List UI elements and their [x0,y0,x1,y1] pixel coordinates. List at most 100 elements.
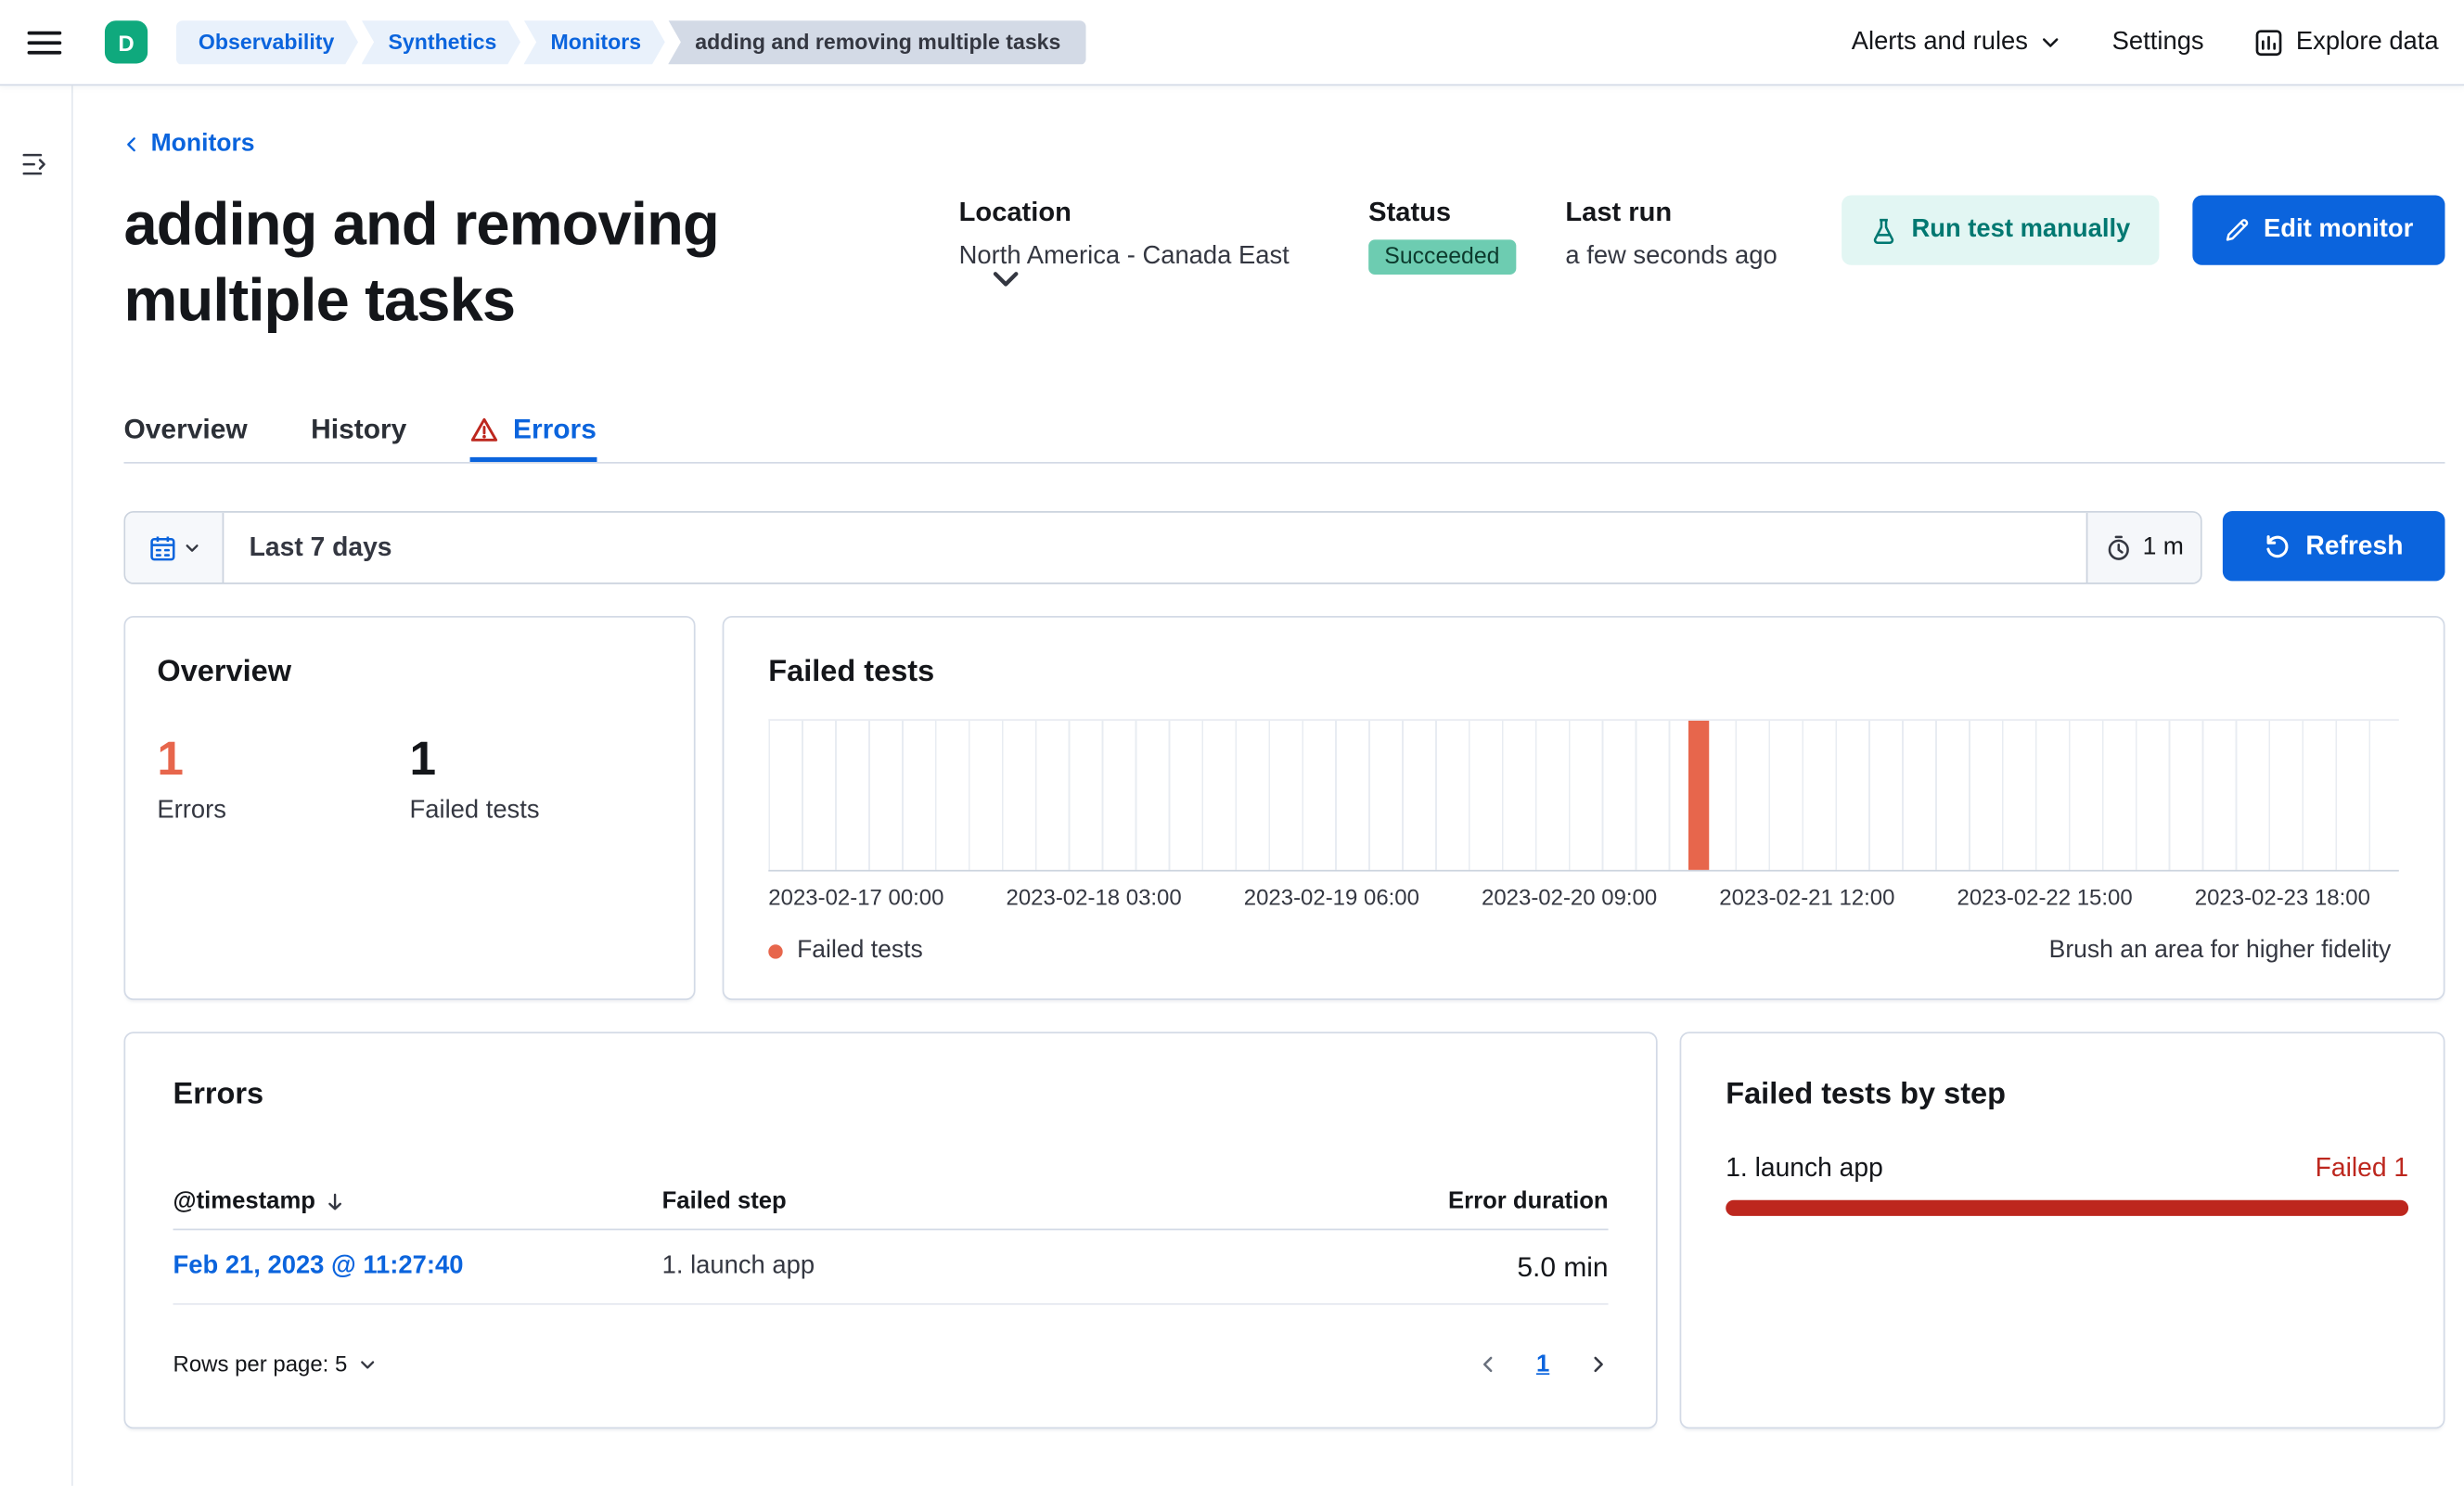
caret-down-icon [184,540,199,556]
pencil-icon [2224,217,2249,242]
quick-select-button[interactable] [125,512,225,583]
next-page-button[interactable] [1587,1353,1608,1374]
explore-data-icon [2254,28,2283,57]
step-progress-bar [1726,1199,2409,1216]
error-timestamp-link[interactable]: Feb 21, 2023 @ 11:27:40 [173,1252,464,1281]
failed-tests-count: 1 [409,733,437,787]
warning-triangle-icon [470,416,499,444]
failed-tests-bar [1688,720,1710,870]
page-number-1[interactable]: 1 [1536,1350,1549,1377]
x-tick: 2023-02-23 18:00 [2194,884,2370,910]
space-avatar[interactable]: D [104,20,148,64]
tab-history[interactable]: History [311,397,406,462]
breadcrumb-current-page: adding and removing multiple tasks [668,19,1086,65]
legend-label: Failed tests [797,936,923,964]
last-run-label: Last run [1565,197,1673,227]
overview-card-title: Overview [157,655,292,689]
errors-stat: 1 Errors [157,733,409,826]
errors-count-label: Errors [157,797,226,825]
location-meta: Location North America - Canada East [959,197,1290,271]
tab-errors[interactable]: Errors [470,397,597,462]
legend-item-failed-tests[interactable]: Failed tests [768,936,923,966]
alerts-and-rules-label: Alerts and rules [1851,27,2028,56]
time-range-value[interactable]: Last 7 days [224,513,2085,583]
step-row: 1. launch app Failed 1 [1726,1154,2408,1185]
errors-table-footer: Rows per page: 5 1 [173,1328,1609,1398]
rows-per-page-button[interactable]: Rows per page: 5 [173,1351,377,1377]
edit-monitor-label: Edit monitor [2263,215,2414,243]
run-test-label: Run test manually [1911,215,2131,243]
table-row: Feb 21, 2023 @ 11:27:40 1. launch app 5.… [173,1230,1609,1305]
failed-tests-count-label: Failed tests [409,797,540,825]
calendar-icon [148,534,175,561]
menu-button[interactable] [0,0,89,85]
legend-dot-icon [768,943,783,958]
main-content: Monitors adding and removing multiple ta… [123,85,2445,1486]
overview-stats: 1 Errors 1 Failed tests [157,733,662,826]
tab-errors-label: Errors [512,412,597,445]
rows-per-page-label: Rows per page: 5 [173,1351,348,1377]
last-run-value: a few seconds ago [1565,242,1777,270]
tab-history-label: History [311,412,407,445]
breadcrumb-monitors[interactable]: Monitors [523,19,664,64]
chevron-down-icon [358,1355,376,1373]
last-run-meta: Last run a few seconds ago [1565,197,1777,271]
run-test-manually-button[interactable]: Run test manually [1842,195,2160,265]
page-title: adding and removing multiple tasks [123,192,719,336]
x-tick: 2023-02-17 00:00 [768,884,944,910]
refresh-interval-button[interactable]: 1 m [2085,512,2201,583]
failed-tests-stat: 1 Failed tests [409,733,662,826]
refresh-button[interactable]: Refresh [2222,511,2445,582]
previous-page-button[interactable] [1478,1353,1498,1374]
chart-x-axis: 2023-02-17 00:00 2023-02-18 03:00 2023-0… [768,884,2370,909]
x-tick: 2023-02-22 15:00 [1957,884,2133,910]
status-badge: Succeeded [1368,239,1516,275]
breadcrumb-synthetics[interactable]: Synthetics [361,19,520,64]
tab-overview-label: Overview [123,412,248,445]
explore-data-label: Explore data [2295,27,2439,56]
app-root: D Observability Synthetics Monitors addi… [0,0,2464,1486]
location-label: Location [958,197,1072,227]
x-tick: 2023-02-19 06:00 [1243,884,1419,910]
timestamp-header-label: @timestamp [173,1187,315,1215]
expand-sidebar-button[interactable] [19,147,51,179]
settings-label: Settings [2111,27,2204,56]
refresh-interval-value: 1 m [2142,533,2184,561]
top-bar-actions: Alerts and rules Settings Explore data [1852,28,2439,57]
step-failed-count: Failed 1 [2315,1154,2409,1183]
back-to-monitors-link[interactable]: Monitors [123,130,255,159]
chart-footer: Failed tests Brush an area for higher fi… [768,937,2391,966]
column-failed-step: Failed step [661,1187,787,1215]
timer-icon [2105,534,2132,561]
settings-link[interactable]: Settings [2112,28,2204,57]
errors-card-title: Errors [173,1077,264,1111]
x-tick: 2023-02-18 03:00 [1006,884,1182,910]
explore-data-link[interactable]: Explore data [2254,27,2439,57]
monitor-tabs: Overview History Errors [123,397,2445,464]
alerts-and-rules-menu[interactable]: Alerts and rules [1852,28,2061,57]
failed-tests-card-title: Failed tests [768,655,935,689]
top-bar: D Observability Synthetics Monitors addi… [0,0,2464,86]
step-label: 1. launch app [1726,1154,1883,1183]
error-duration-cell: 5.0 min [1517,1249,1609,1282]
breadcrumb: Observability Synthetics Monitors adding… [176,19,1086,65]
collapsed-sidebar [0,85,73,1486]
errors-table-card: Errors @timestamp Failed step Error dura… [123,1031,1658,1429]
date-range-picker: Last 7 days 1 m [123,511,2202,584]
errors-count: 1 [157,733,184,787]
failed-tests-card: Failed tests 2023-02-17 00:00 2023-02-18… [722,615,2445,1001]
edit-monitor-button[interactable]: Edit monitor [2191,195,2445,265]
tab-overview[interactable]: Overview [123,397,247,462]
beaker-icon [1870,217,1897,244]
failed-tests-chart[interactable] [768,719,2399,872]
x-tick: 2023-02-21 12:00 [1719,884,1895,910]
failed-by-step-title: Failed tests by step [1726,1077,2007,1111]
overview-card: Overview 1 Errors 1 Failed tests [123,615,696,1001]
location-value: North America - Canada East [958,242,1290,270]
errors-table-header: @timestamp Failed step Error duration [173,1173,1609,1231]
breadcrumb-observability[interactable]: Observability [176,19,358,64]
column-timestamp[interactable]: @timestamp [173,1187,662,1214]
column-error-duration: Error duration [1448,1187,1609,1215]
time-filter-bar: Last 7 days 1 m Refresh [123,511,2445,584]
back-link-label: Monitors [150,130,255,158]
